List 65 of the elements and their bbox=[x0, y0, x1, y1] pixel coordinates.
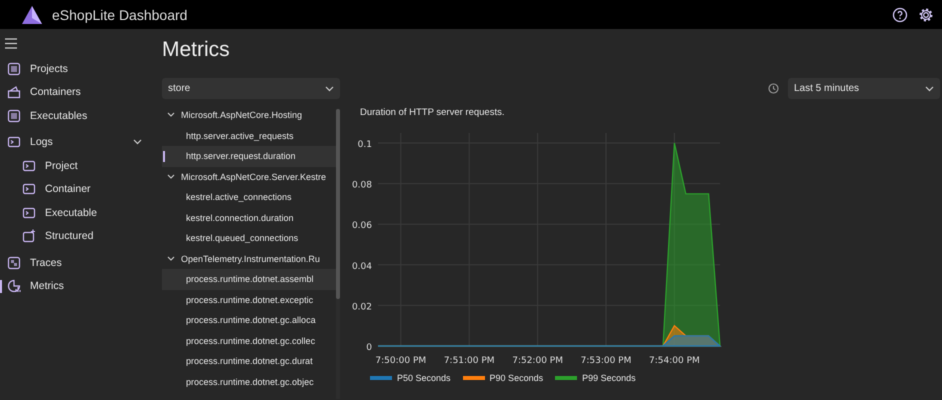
tree-item[interactable]: kestrel.connection.duration bbox=[162, 208, 336, 228]
resource-select[interactable]: store bbox=[162, 78, 340, 99]
tree-item[interactable]: http.server.request.duration bbox=[162, 146, 336, 166]
tree-item[interactable]: process.runtime.dotnet.gc.durat bbox=[162, 351, 336, 372]
app-icon bbox=[7, 108, 21, 123]
pie-chart-icon bbox=[7, 279, 21, 294]
terminal-icon bbox=[22, 182, 36, 196]
app-title: eShopLite Dashboard bbox=[52, 6, 188, 22]
tree-group[interactable]: OpenTelemetry.Instrumentation.Ru bbox=[162, 248, 336, 269]
page-title: Metrics bbox=[162, 38, 231, 62]
sidebar-item[interactable]: Structured bbox=[0, 224, 150, 248]
grid-icon bbox=[7, 256, 21, 270]
tree-item[interactable]: process.runtime.dotnet.gc.collec bbox=[162, 330, 336, 351]
chart-description: Duration of HTTP server requests. bbox=[360, 107, 506, 118]
chevron-icon[interactable] bbox=[133, 139, 142, 146]
tree-item[interactable]: http.server.active_requests bbox=[162, 126, 336, 146]
axis-label: 0.1 bbox=[358, 140, 372, 150]
axis-label: 7:51:00 PM bbox=[444, 356, 495, 366]
axis-label: 7:54:00 PM bbox=[649, 356, 700, 366]
tree-group[interactable]: Microsoft.AspNetCore.Hosting bbox=[162, 105, 336, 126]
chevron-icon bbox=[325, 86, 334, 92]
clock-icon bbox=[768, 83, 779, 94]
sidebar-item[interactable]: Logs bbox=[0, 130, 150, 154]
legend-label: P90 Seconds bbox=[490, 373, 544, 383]
menu-icon[interactable] bbox=[4, 38, 18, 49]
axis-label: 7:50:00 PM bbox=[375, 356, 426, 366]
sidebar-item[interactable]: Projects bbox=[0, 57, 150, 80]
tree-item[interactable]: process.runtime.dotnet.gc.objec bbox=[162, 372, 336, 392]
tree-item[interactable]: kestrel.active_connections bbox=[162, 187, 336, 208]
app-icon bbox=[7, 62, 21, 76]
tree-item[interactable]: process.runtime.dotnet.assembl bbox=[162, 269, 336, 290]
axis-label: 7:53:00 PM bbox=[580, 356, 632, 366]
time-range-select[interactable]: Last 5 minutes bbox=[788, 78, 940, 99]
tree-item[interactable]: process.runtime.dotnet.exceptic bbox=[162, 290, 336, 310]
axis-label: 0.02 bbox=[352, 302, 372, 312]
box-icon bbox=[7, 85, 21, 100]
axis-label: 0.04 bbox=[352, 262, 372, 272]
chevron-icon[interactable] bbox=[167, 174, 175, 180]
chevron-icon[interactable] bbox=[167, 112, 175, 118]
sparkle-document-icon bbox=[22, 229, 36, 244]
logo-icon bbox=[21, 4, 43, 24]
tree-group[interactable]: Microsoft.AspNetCore.Server.Kestre bbox=[162, 166, 336, 187]
sidebar-item[interactable]: Project bbox=[0, 154, 150, 178]
settings-icon[interactable] bbox=[918, 6, 934, 22]
legend-label: P50 Seconds bbox=[397, 373, 451, 383]
sidebar-item[interactable]: Executable bbox=[0, 201, 150, 224]
sidebar-item[interactable]: Traces bbox=[0, 251, 150, 274]
axis-label: 7:52:00 PM bbox=[512, 356, 563, 366]
sidebar-item[interactable]: Containers bbox=[0, 80, 150, 104]
chevron-icon[interactable] bbox=[167, 256, 175, 262]
scrollbar[interactable] bbox=[336, 109, 340, 399]
tree-item[interactable]: process.runtime.dotnet.gc.alloca bbox=[162, 310, 336, 330]
help-icon[interactable] bbox=[892, 6, 908, 22]
sidebar-item[interactable]: Container bbox=[0, 178, 150, 201]
axis-label: 0.08 bbox=[352, 180, 372, 191]
tree-item[interactable]: kestrel.queued_connections bbox=[162, 228, 336, 248]
chevron-icon bbox=[925, 86, 934, 92]
terminal-icon bbox=[22, 158, 36, 173]
terminal-icon bbox=[7, 135, 21, 150]
legend-label: P99 Seconds bbox=[582, 373, 636, 383]
sidebar-item[interactable]: Executables bbox=[0, 104, 150, 128]
terminal-icon bbox=[22, 206, 36, 220]
axis-label: 0.06 bbox=[352, 221, 372, 232]
axis-label: 0 bbox=[366, 343, 372, 353]
sidebar-item[interactable]: Metrics bbox=[0, 274, 150, 298]
